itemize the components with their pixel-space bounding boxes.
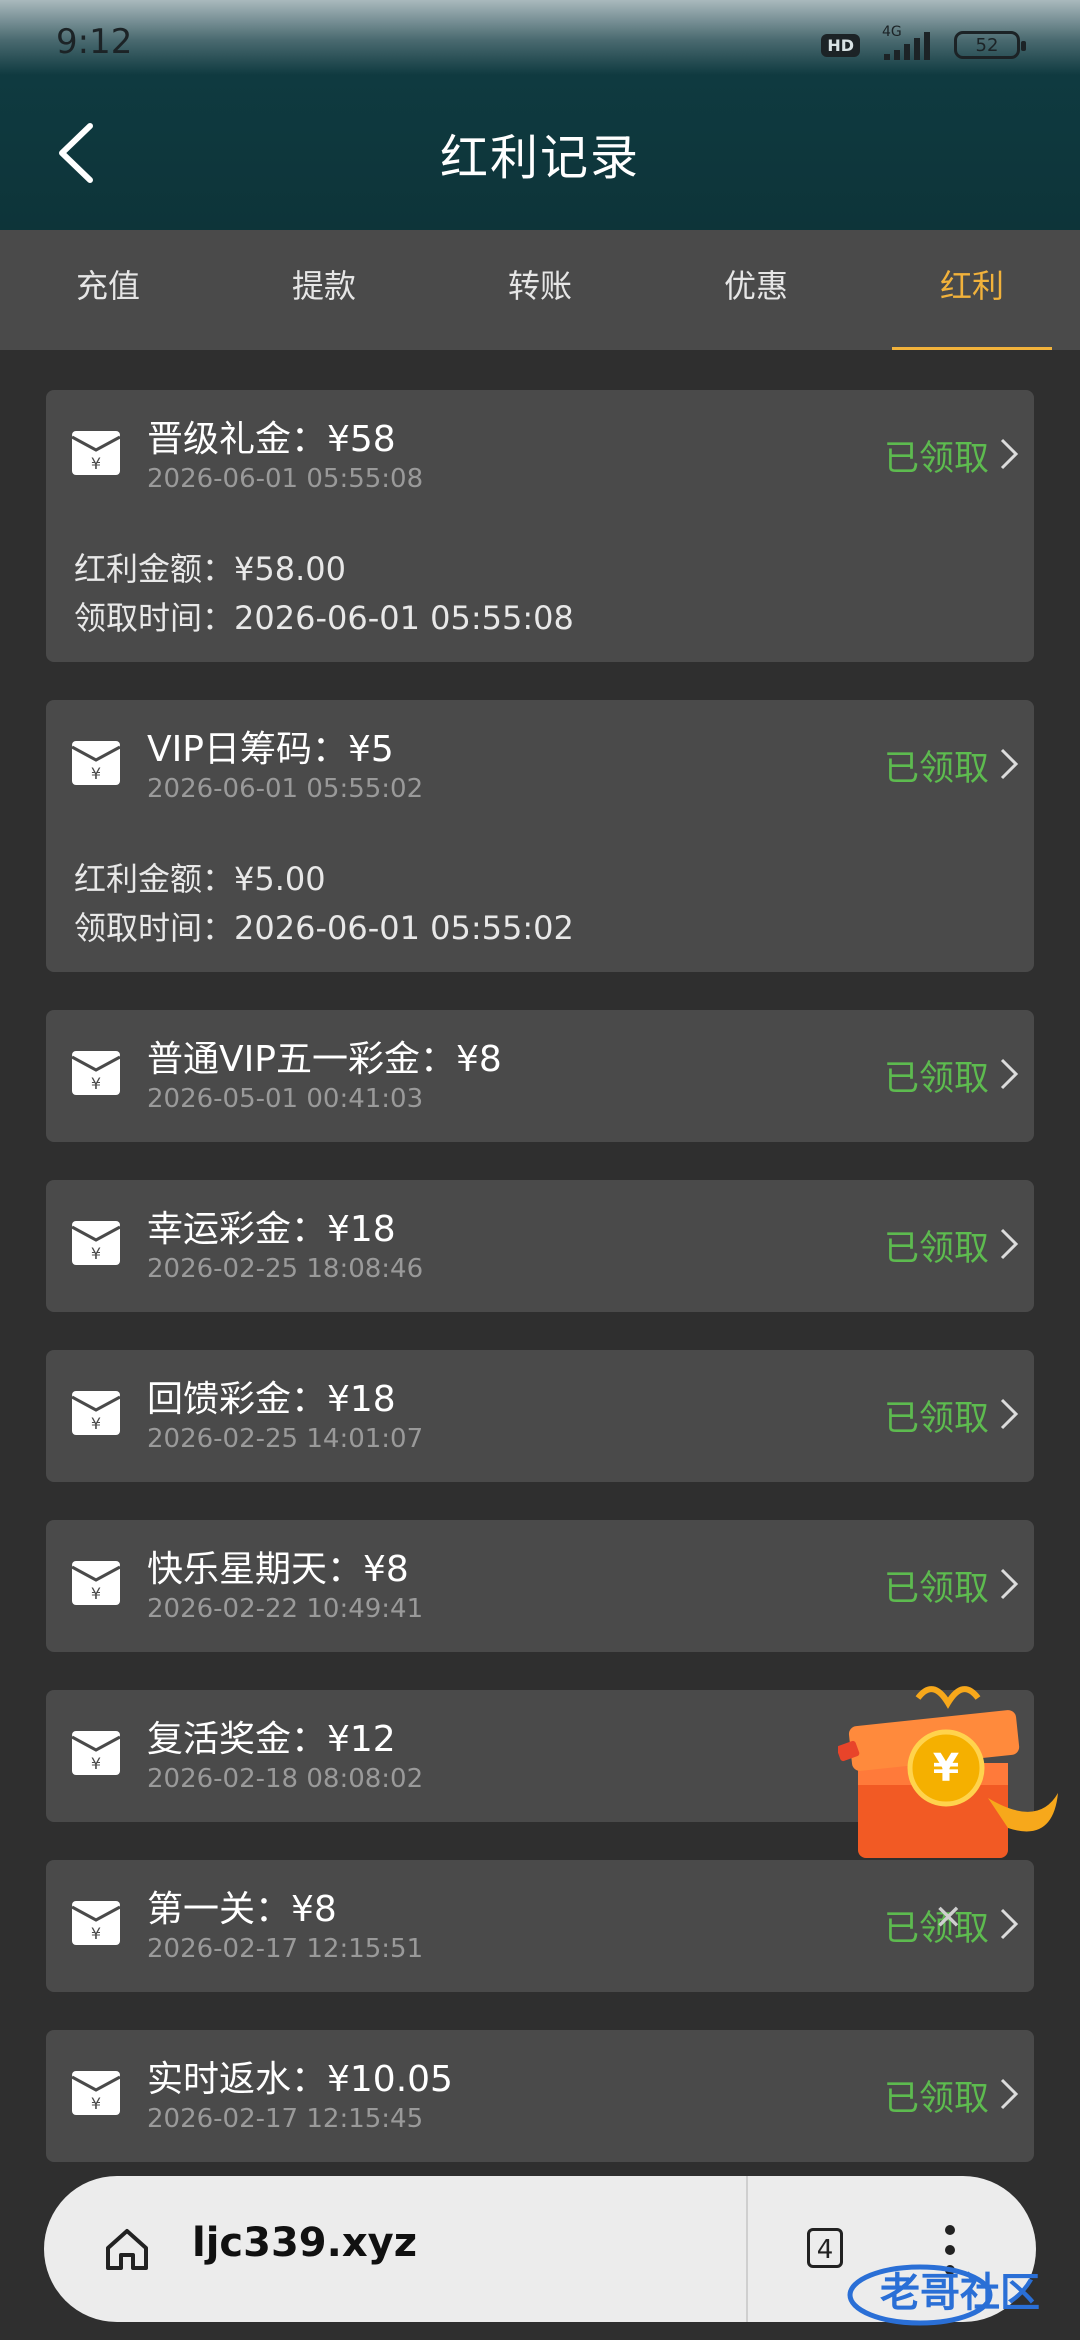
chevron-right-icon: [1000, 1568, 1019, 1600]
record-status: 已领取: [883, 2079, 989, 2119]
red-envelope-icon: ¥: [71, 741, 121, 785]
record-card[interactable]: ¥ 实时返水：¥10.05 2026-02-17 12:15:45 已领取: [46, 2030, 1034, 2162]
red-envelope-icon: ¥: [71, 431, 121, 475]
record-card[interactable]: ¥ 快乐星期天：¥8 2026-02-22 10:49:41 已领取: [46, 1520, 1034, 1652]
gift-close-icon[interactable]: ✕: [934, 1898, 963, 1938]
svg-text:¥: ¥: [91, 1414, 101, 1433]
tab-transfer[interactable]: 转账: [432, 230, 648, 350]
svg-text:¥: ¥: [91, 1244, 101, 1263]
tab-recharge[interactable]: 充值: [0, 230, 216, 350]
record-card[interactable]: ¥ 第一关：¥8 2026-02-17 12:15:51 已领取: [46, 1860, 1034, 1992]
gift-box-floating-button[interactable]: ¥: [838, 1678, 1068, 1868]
record-card[interactable]: ¥ 晋级礼金：¥58 2026-06-01 05:55:08 已领取 红利金额：…: [46, 390, 1034, 662]
tab-promotion[interactable]: 优惠: [648, 230, 864, 350]
tab-withdraw[interactable]: 提款: [216, 230, 432, 350]
app-header: 9:12 HD 4G 52 红利记录: [0, 0, 1080, 230]
chevron-right-icon: [1000, 1398, 1019, 1430]
hd-badge: HD: [821, 33, 860, 57]
record-status: 已领取: [883, 749, 989, 789]
tab-bonus[interactable]: 红利: [864, 230, 1080, 350]
record-title: 实时返水：¥10.05: [147, 2059, 453, 2100]
svg-text:¥: ¥: [91, 1584, 101, 1603]
record-date: 2026-02-25 18:08:46: [147, 1254, 424, 1284]
record-title: VIP日筹码：¥5: [147, 729, 394, 770]
record-title: 第一关：¥8: [147, 1889, 337, 1930]
tab-switcher-button[interactable]: 4: [807, 2228, 843, 2268]
bonus-record-list: ¥ 晋级礼金：¥58 2026-06-01 05:55:08 已领取 红利金额：…: [46, 390, 1034, 2200]
page-title: 红利记录: [439, 130, 640, 186]
chevron-right-icon: [1000, 1908, 1019, 1940]
chevron-right-icon: [1000, 2078, 1019, 2110]
network-label: 4G: [882, 24, 902, 40]
record-date: 2026-06-01 05:55:02: [147, 774, 424, 804]
status-icons: HD 4G 52: [821, 24, 1026, 62]
record-status: 已领取: [883, 1059, 989, 1099]
red-envelope-icon: ¥: [71, 1221, 121, 1265]
record-title: 幸运彩金：¥18: [147, 1209, 396, 1250]
record-date: 2026-02-18 08:08:02: [147, 1764, 424, 1794]
toolbar-divider: [746, 2176, 748, 2322]
record-card[interactable]: ¥ 回馈彩金：¥18 2026-02-25 14:01:07 已领取: [46, 1350, 1034, 1482]
record-title: 快乐星期天：¥8: [147, 1549, 409, 1590]
red-envelope-icon: ¥: [71, 1561, 121, 1605]
record-title: 普通VIP五一彩金：¥8: [147, 1039, 502, 1080]
svg-text:¥: ¥: [91, 2094, 101, 2113]
signal-icon: 4G: [874, 24, 940, 62]
record-date: 2026-05-01 00:41:03: [147, 1084, 424, 1114]
record-claim-time: 领取时间：2026-06-01 05:55:08: [74, 599, 574, 637]
svg-text:¥: ¥: [91, 1074, 101, 1093]
record-date: 2026-02-25 14:01:07: [147, 1424, 424, 1454]
record-status: 已领取: [883, 1569, 989, 1609]
record-status: 已领取: [883, 1399, 989, 1439]
home-icon[interactable]: [102, 2224, 152, 2274]
battery-level: 52: [975, 34, 999, 56]
svg-text:¥: ¥: [91, 1754, 101, 1773]
record-card[interactable]: ¥ VIP日筹码：¥5 2026-06-01 05:55:02 已领取 红利金额…: [46, 700, 1034, 972]
red-envelope-icon: ¥: [71, 1051, 121, 1095]
red-envelope-icon: ¥: [71, 2071, 121, 2115]
svg-text:¥: ¥: [91, 1924, 101, 1943]
record-amount: 红利金额：¥58.00: [74, 550, 346, 588]
record-date: 2026-02-17 12:15:51: [147, 1934, 424, 1964]
chevron-right-icon: [1000, 438, 1019, 470]
record-title: 复活奖金：¥12: [147, 1719, 396, 1760]
svg-text:¥: ¥: [91, 454, 101, 473]
chevron-right-icon: [1000, 1058, 1019, 1090]
record-claim-time: 领取时间：2026-06-01 05:55:02: [74, 909, 574, 947]
record-card[interactable]: ¥ 普通VIP五一彩金：¥8 2026-05-01 00:41:03 已领取: [46, 1010, 1034, 1142]
red-envelope-icon: ¥: [71, 1391, 121, 1435]
record-title: 晋级礼金：¥58: [147, 419, 396, 460]
record-date: 2026-06-01 05:55:08: [147, 464, 424, 494]
red-envelope-icon: ¥: [71, 1731, 121, 1775]
chevron-right-icon: [1000, 1228, 1019, 1260]
url-bar[interactable]: ljc339.xyz: [192, 2220, 417, 2266]
record-title: 回馈彩金：¥18: [147, 1379, 396, 1420]
status-time: 9:12: [56, 22, 133, 62]
watermark-text: 老哥社区: [880, 2269, 1040, 2316]
battery-icon: 52: [954, 31, 1026, 59]
chevron-right-icon: [1000, 748, 1019, 780]
record-card[interactable]: ¥ 幸运彩金：¥18 2026-02-25 18:08:46 已领取: [46, 1180, 1034, 1312]
record-tabs: 充值 提款 转账 优惠 红利: [0, 230, 1080, 350]
record-date: 2026-02-17 12:15:45: [147, 2104, 424, 2134]
record-date: 2026-02-22 10:49:41: [147, 1594, 424, 1624]
svg-text:¥: ¥: [933, 1746, 959, 1790]
record-status: 已领取: [883, 439, 989, 479]
record-status: 已领取: [883, 1229, 989, 1269]
svg-text:¥: ¥: [91, 764, 101, 783]
record-amount: 红利金额：¥5.00: [74, 860, 326, 898]
red-envelope-icon: ¥: [71, 1901, 121, 1945]
